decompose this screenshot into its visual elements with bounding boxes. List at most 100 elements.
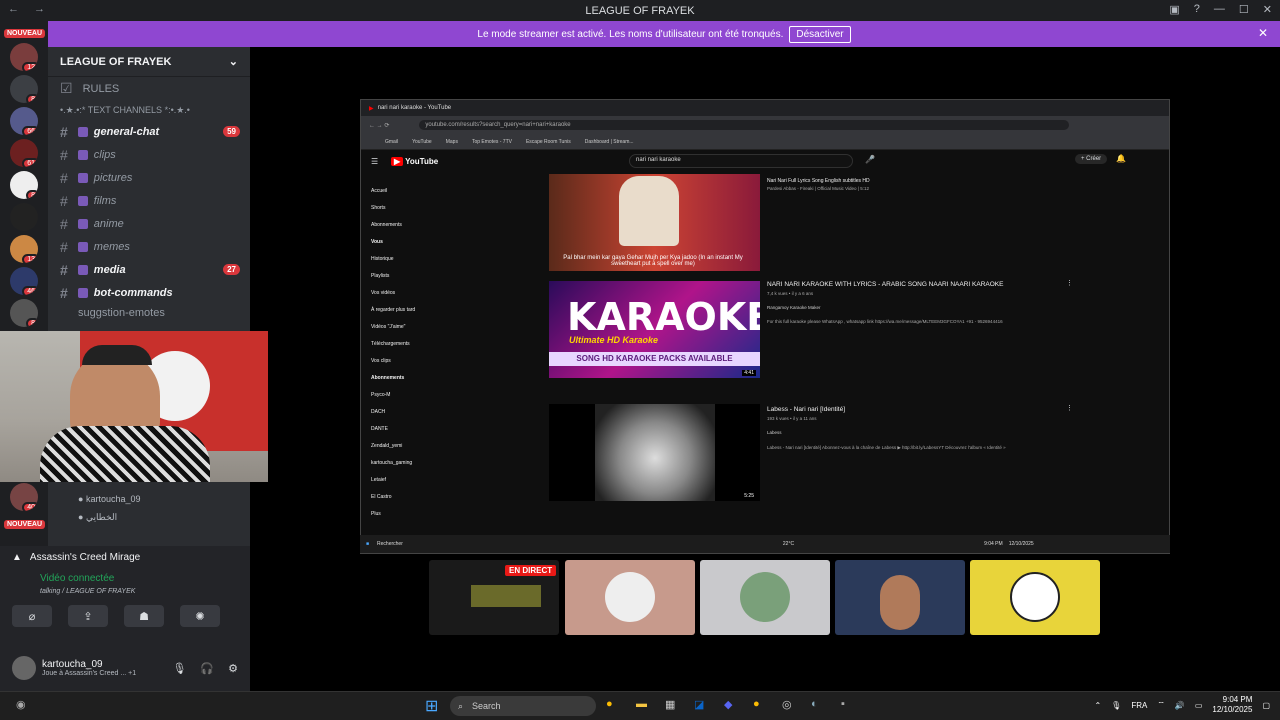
sidebar-item[interactable]: Vidéos "J'aime" [367, 318, 467, 335]
sidebar-item[interactable]: Accueil [367, 182, 467, 199]
video-thumbnail[interactable]: 5:25 [549, 404, 760, 501]
bookmark[interactable]: YouTube [412, 139, 432, 145]
screen-share-button[interactable]: ⇪ [68, 605, 108, 627]
chrome-icon[interactable]: ● [753, 698, 760, 710]
channel-suggestion-emotes[interactable]: suggstion-emotes [48, 304, 250, 322]
subscription-item[interactable]: kartoucha_gaming [367, 454, 467, 471]
app-icon[interactable]: ▪ [841, 698, 845, 710]
channel-media[interactable]: # media 27 [48, 258, 250, 281]
mic-icon[interactable]: 🎙 [172, 662, 186, 675]
activities-button[interactable]: ☗ [124, 605, 164, 627]
server-icon[interactable]: 8 [10, 299, 38, 327]
channel-pictures[interactable]: # pictures [48, 166, 250, 189]
server-icon[interactable]: 66 [10, 107, 38, 135]
more-icon[interactable]: ⋮ [1066, 404, 1073, 412]
search-input[interactable]: nari nari karaoke [629, 154, 853, 168]
video-title[interactable]: Nari Nari Full Lyrics Song English subti… [767, 178, 870, 184]
discord-icon[interactable]: ◆ [724, 698, 732, 711]
notification-icon[interactable]: ▢ [1262, 701, 1270, 710]
video-thumbnail[interactable]: Pal bhar mein kar gaya Gehar Mujh per Ky… [549, 174, 760, 271]
maximize-button[interactable]: ☐ [1239, 3, 1249, 16]
sidebar-item[interactable]: Plus [367, 505, 467, 522]
channel-name[interactable]: Labess [767, 430, 782, 435]
taskbar-search[interactable]: ⌕ Search [450, 696, 596, 716]
voice-user[interactable]: ● الخطايي [48, 508, 250, 527]
bell-icon[interactable]: 🔔 [1116, 154, 1126, 163]
chevron-up-icon[interactable]: ⌃ [1094, 701, 1101, 710]
close-button[interactable]: ✕ [1263, 3, 1272, 16]
channel-clips[interactable]: # clips [48, 143, 250, 166]
minimize-button[interactable]: — [1214, 3, 1225, 16]
sidebar-item[interactable]: Abonnements [367, 216, 467, 233]
participant-tile[interactable] [970, 560, 1100, 635]
server-icon[interactable]: 13 [10, 235, 38, 263]
windows-icon[interactable]: ■ [366, 541, 369, 547]
mic-icon[interactable]: 🎙 [1111, 701, 1121, 710]
channel-general-chat[interactable]: # general-chat 59 [48, 120, 250, 143]
youtube-logo[interactable]: ▶ YouTube [391, 156, 438, 166]
sidebar-item[interactable]: Abonnements [367, 369, 467, 386]
sidebar-item[interactable]: Vos vidéos [367, 284, 467, 301]
server-header[interactable]: LEAGUE OF FRAYEK ⌄ [48, 47, 250, 77]
server-icon[interactable]: 8 [10, 171, 38, 199]
participant-tile[interactable] [835, 560, 965, 635]
subscription-item[interactable]: Zendald_yemi [367, 437, 467, 454]
server-icon[interactable]: 12 [10, 43, 38, 71]
video-title[interactable]: NARI NARI KARAOKE WITH LYRICS - ARABIC S… [767, 281, 1003, 288]
create-button[interactable]: + Créer [1075, 154, 1108, 164]
inbox-icon[interactable]: ▣ [1169, 3, 1179, 16]
volume-icon[interactable]: 🔊 [1175, 701, 1185, 710]
channel-rules[interactable]: ☑ RULES [48, 77, 250, 100]
server-icon[interactable]: 8 [10, 75, 38, 103]
chevron-down-icon[interactable]: ⌄ [229, 55, 238, 68]
headset-icon[interactable]: 🎧 [200, 662, 214, 675]
more-icon[interactable]: ⋮ [1066, 279, 1073, 287]
help-icon[interactable]: ? [1194, 3, 1200, 16]
subscription-item[interactable]: Psyco-M [367, 386, 467, 403]
obs-icon[interactable]: ◎ [782, 698, 792, 711]
menu-icon[interactable]: ☰ [371, 157, 378, 166]
wifi-icon[interactable]: ⌔ [1157, 700, 1165, 710]
steam-icon[interactable]: ◐ [811, 698, 818, 710]
start-icon[interactable]: ⊞ [425, 696, 438, 716]
bookmark[interactable]: Escape Room Tunis [526, 139, 571, 145]
battery-icon[interactable]: ▭ [1195, 701, 1203, 710]
avatar[interactable] [12, 656, 36, 680]
sidebar-item[interactable]: Shorts [367, 199, 467, 216]
server-icon[interactable] [10, 203, 38, 231]
voice-user[interactable]: ● kartoucha_09 [48, 490, 250, 508]
channel-films[interactable]: # films [48, 189, 250, 212]
subscription-item[interactable]: Letaief [367, 471, 467, 488]
category-header[interactable]: •.★.•:* TEXT CHANNELS *:•.★.• [48, 100, 250, 120]
video-title[interactable]: Labess - Nari nari [Identité] [767, 406, 845, 413]
bookmark[interactable]: Dashboard | Stream... [585, 139, 634, 145]
subscription-item[interactable]: DANTE [367, 420, 467, 437]
channel-memes[interactable]: # memes [48, 235, 250, 258]
gear-icon[interactable]: ⚙ [228, 662, 238, 675]
soundboard-button[interactable]: ✺ [180, 605, 220, 627]
bookmark[interactable]: Maps [446, 139, 458, 145]
video-thumbnail[interactable]: KARAOKE Ultimate HD Karaoke SONG HD KARA… [549, 281, 760, 378]
channel-anime[interactable]: # anime [48, 212, 250, 235]
back-forward-icon[interactable]: ← → ⟳ [369, 122, 389, 129]
sidebar-item[interactable]: Téléchargements [367, 335, 467, 352]
url-field[interactable]: youtube.com/results?search_query=nari+na… [419, 120, 1070, 130]
widgets-icon[interactable]: ◉ [16, 698, 26, 711]
server-icon[interactable]: 46 [10, 267, 38, 295]
nav-arrows[interactable]: ← → [8, 3, 51, 15]
channel-bot-commands[interactable]: # bot-commands [48, 281, 250, 304]
participant-tile[interactable] [565, 560, 695, 635]
chrome-icon[interactable]: ● [606, 698, 613, 710]
server-icon[interactable]: 40 [10, 483, 38, 511]
bookmark[interactable]: Top Emotes - 7TV [472, 139, 512, 145]
sidebar-item[interactable]: Playlists [367, 267, 467, 284]
bookmark[interactable]: Gmail [385, 139, 398, 145]
clock[interactable]: 9:04 PM 12/10/2025 [1212, 695, 1252, 715]
outlook-icon[interactable]: ◪ [694, 698, 704, 711]
sidebar-item[interactable]: Vous [367, 233, 467, 250]
server-icon[interactable]: 61 [10, 139, 38, 167]
folder-icon[interactable]: ▬ [636, 698, 647, 710]
sidebar-item[interactable]: Vos clips [367, 352, 467, 369]
subscription-item[interactable]: DACH [367, 403, 467, 420]
close-icon[interactable]: ✕ [1258, 26, 1268, 40]
